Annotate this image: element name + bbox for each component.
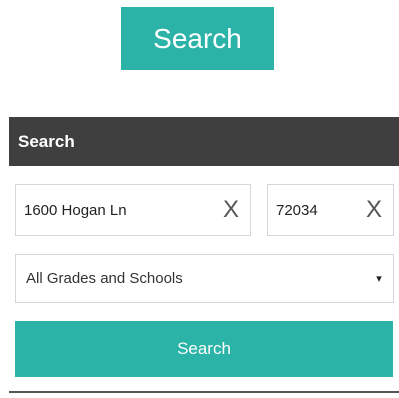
top-search-button[interactable]: Search bbox=[121, 7, 274, 70]
address-field[interactable]: X bbox=[15, 184, 251, 236]
submit-search-button[interactable]: Search bbox=[15, 321, 393, 377]
page: Search Search X X All Grades and Schools… bbox=[0, 0, 399, 398]
search-panel-title: Search bbox=[18, 131, 75, 151]
clear-address-icon[interactable]: X bbox=[216, 196, 246, 224]
grade-select[interactable]: All Grades and Schools ▾ bbox=[15, 254, 394, 303]
address-input[interactable] bbox=[16, 185, 216, 235]
submit-search-button-label: Search bbox=[177, 339, 231, 358]
search-panel-header: Search bbox=[9, 117, 399, 166]
clear-zip-icon[interactable]: X bbox=[359, 196, 389, 224]
grade-select-value: All Grades and Schools bbox=[26, 270, 183, 287]
zip-input[interactable] bbox=[268, 185, 359, 235]
top-search-button-label: Search bbox=[153, 22, 242, 54]
chevron-down-icon: ▾ bbox=[376, 273, 382, 285]
zip-field[interactable]: X bbox=[267, 184, 394, 236]
bottom-divider bbox=[9, 391, 399, 393]
